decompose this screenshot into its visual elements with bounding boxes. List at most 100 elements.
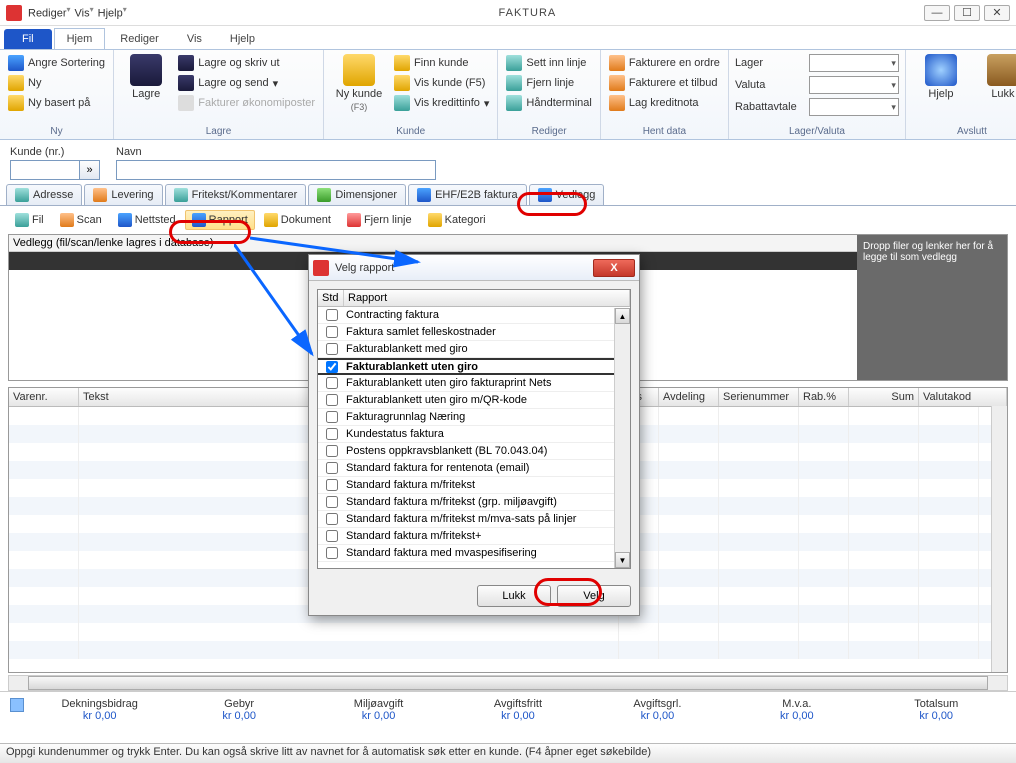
rapport-row[interactable]: Standard faktura m/fritekst bbox=[318, 477, 630, 494]
rapport-row[interactable]: Standard faktura med mvaspesifisering bbox=[318, 545, 630, 562]
rapport-row-checkbox[interactable] bbox=[326, 513, 338, 525]
navn-input[interactable] bbox=[116, 160, 436, 180]
vedlegg-dropzone[interactable]: Dropp filer og lenker her for å legge ti… bbox=[857, 235, 1007, 380]
titlemenu-vis[interactable]: Vis▾ bbox=[75, 5, 94, 20]
lager-combo[interactable] bbox=[809, 54, 899, 72]
dialog-lukk-button[interactable]: Lukk bbox=[477, 585, 551, 607]
tab-rediger[interactable]: Rediger bbox=[107, 28, 172, 49]
rapport-row-checkbox[interactable] bbox=[326, 343, 338, 355]
rapport-row-checkbox[interactable] bbox=[326, 361, 338, 373]
tab-vedlegg[interactable]: Vedlegg bbox=[529, 184, 605, 205]
angre-sortering-button[interactable]: Angre Sortering bbox=[6, 54, 107, 72]
col-valutakod[interactable]: Valutakod bbox=[919, 388, 1007, 406]
rapport-row-checkbox[interactable] bbox=[326, 462, 338, 474]
dialog-velg-button[interactable]: Velg bbox=[557, 585, 631, 607]
tab-vis[interactable]: Vis bbox=[174, 28, 215, 49]
scroll-up-button[interactable]: ▲ bbox=[615, 308, 630, 324]
fakturere-ordre-button[interactable]: Fakturere en ordre bbox=[607, 54, 722, 72]
scroll-down-button[interactable]: ▼ bbox=[615, 552, 630, 568]
rapport-row[interactable]: Standard faktura for rentenota (email) bbox=[318, 460, 630, 477]
dialog-close-button[interactable]: X bbox=[593, 259, 635, 277]
fil-button[interactable]: Fil bbox=[8, 210, 51, 230]
tab-fil[interactable]: Fil bbox=[4, 29, 52, 49]
rapport-button[interactable]: Rapport bbox=[185, 210, 255, 230]
titlemenu-hjelp[interactable]: Hjelp▾ bbox=[98, 5, 127, 20]
tab-ehf[interactable]: EHF/E2B faktura bbox=[408, 184, 527, 205]
valuta-combo[interactable] bbox=[809, 76, 899, 94]
fjern-linje-toolbar-button[interactable]: Fjern linje bbox=[340, 210, 419, 230]
fakturere-tilbud-button[interactable]: Fakturere et tilbud bbox=[607, 74, 722, 92]
nettsted-button[interactable]: Nettsted bbox=[111, 210, 183, 230]
ny-basert-pa-button[interactable]: Ny basert på bbox=[6, 94, 107, 112]
rapport-row-checkbox[interactable] bbox=[326, 479, 338, 491]
lagre-button[interactable]: Lagre bbox=[120, 54, 172, 100]
handterminal-button[interactable]: Håndterminal bbox=[504, 94, 593, 112]
rapport-row-checkbox[interactable] bbox=[326, 411, 338, 423]
col-rapport[interactable]: Rapport bbox=[344, 290, 630, 306]
rapport-row[interactable]: Contracting faktura bbox=[318, 307, 630, 324]
grid-row[interactable] bbox=[9, 641, 1007, 659]
tab-dimensjoner[interactable]: Dimensjoner bbox=[308, 184, 406, 205]
totals-icon[interactable] bbox=[10, 698, 24, 712]
grid-vscroll[interactable] bbox=[991, 406, 1007, 672]
rapport-row[interactable]: Faktura samlet felleskostnader bbox=[318, 324, 630, 341]
rapport-row[interactable]: Postens oppkravsblankett (BL 70.043.04) bbox=[318, 443, 630, 460]
rapport-row-checkbox[interactable] bbox=[326, 309, 338, 321]
grid-hscroll[interactable] bbox=[8, 675, 1008, 691]
kundenr-lookup-button[interactable]: » bbox=[80, 160, 100, 180]
kategori-button[interactable]: Kategori bbox=[421, 210, 493, 230]
rapport-row[interactable]: Standard faktura m/fritekst+ bbox=[318, 528, 630, 545]
rapport-row-checkbox[interactable] bbox=[326, 530, 338, 542]
rabatt-combo[interactable] bbox=[809, 98, 899, 116]
rapport-row[interactable]: Standard faktura m/fritekst m/mva-sats p… bbox=[318, 511, 630, 528]
sett-inn-linje-button[interactable]: Sett inn linje bbox=[504, 54, 593, 72]
rapport-row[interactable]: Fakturagrunnlag Næring bbox=[318, 409, 630, 426]
ny-kunde-button[interactable]: Ny kunde(F3) bbox=[330, 54, 388, 112]
col-rab[interactable]: Rab.% bbox=[799, 388, 849, 406]
rapport-row-checkbox[interactable] bbox=[326, 394, 338, 406]
rapport-row[interactable]: Fakturablankett med giro bbox=[318, 341, 630, 358]
tab-hjem[interactable]: Hjem bbox=[54, 28, 106, 49]
maximize-button[interactable]: ☐ bbox=[954, 5, 980, 21]
lukk-button[interactable]: Lukk bbox=[974, 54, 1016, 100]
tab-adresse[interactable]: Adresse bbox=[6, 184, 82, 205]
rapport-row-checkbox[interactable] bbox=[326, 496, 338, 508]
tab-fritekst[interactable]: Fritekst/Kommentarer bbox=[165, 184, 307, 205]
vis-kunde-button[interactable]: Vis kunde (F5) bbox=[392, 74, 491, 92]
rapport-row-checkbox[interactable] bbox=[326, 445, 338, 457]
rapport-row[interactable]: Standard faktura m/fritekst (grp. miljøa… bbox=[318, 494, 630, 511]
col-avdeling[interactable]: Avdeling bbox=[659, 388, 719, 406]
rapport-row-checkbox[interactable] bbox=[326, 428, 338, 440]
close-window-button[interactable]: ✕ bbox=[984, 5, 1010, 21]
tab-hjelp[interactable]: Hjelp bbox=[217, 28, 268, 49]
dokument-button[interactable]: Dokument bbox=[257, 210, 338, 230]
lagre-send-button[interactable]: Lagre og send ▾ bbox=[176, 74, 317, 92]
col-varenr[interactable]: Varenr. bbox=[9, 388, 79, 406]
rapport-row[interactable]: Fakturablankett uten giro fakturaprint N… bbox=[318, 375, 630, 392]
col-serienummer[interactable]: Serienummer bbox=[719, 388, 799, 406]
hjelp-button[interactable]: Hjelp bbox=[912, 54, 970, 100]
rapport-row-checkbox[interactable] bbox=[326, 326, 338, 338]
vis-kredittinfo-button[interactable]: Vis kredittinfo ▾ bbox=[392, 94, 491, 112]
ribbon: Angre Sortering Ny Ny basert på Ny Lagre… bbox=[0, 50, 1016, 140]
scan-button[interactable]: Scan bbox=[53, 210, 109, 230]
col-std[interactable]: Std bbox=[318, 290, 344, 306]
rapport-row-checkbox[interactable] bbox=[326, 377, 338, 389]
rapport-row[interactable]: Kundestatus faktura bbox=[318, 426, 630, 443]
grid-row[interactable] bbox=[9, 623, 1007, 641]
rapport-row-checkbox[interactable] bbox=[326, 547, 338, 559]
lag-kreditnota-button[interactable]: Lag kreditnota bbox=[607, 94, 722, 112]
fjern-linje-button[interactable]: Fjern linje bbox=[504, 74, 593, 92]
rapport-row[interactable]: Fakturablankett uten giro m/QR-kode bbox=[318, 392, 630, 409]
finn-kunde-button[interactable]: Finn kunde bbox=[392, 54, 491, 72]
ny-button[interactable]: Ny bbox=[6, 74, 107, 92]
gebyr-label: Gebyr bbox=[169, 698, 308, 710]
rapport-row[interactable]: Fakturablankett uten giro bbox=[318, 358, 630, 375]
list-vscroll[interactable]: ▲ ▼ bbox=[614, 308, 630, 568]
lagre-skriv-ut-button[interactable]: Lagre og skriv ut bbox=[176, 54, 317, 72]
minimize-button[interactable]: — bbox=[924, 5, 950, 21]
titlemenu-rediger[interactable]: Rediger▾ bbox=[28, 5, 71, 20]
tab-levering[interactable]: Levering bbox=[84, 184, 162, 205]
kundenr-input[interactable] bbox=[10, 160, 80, 180]
col-sum[interactable]: Sum bbox=[849, 388, 919, 406]
